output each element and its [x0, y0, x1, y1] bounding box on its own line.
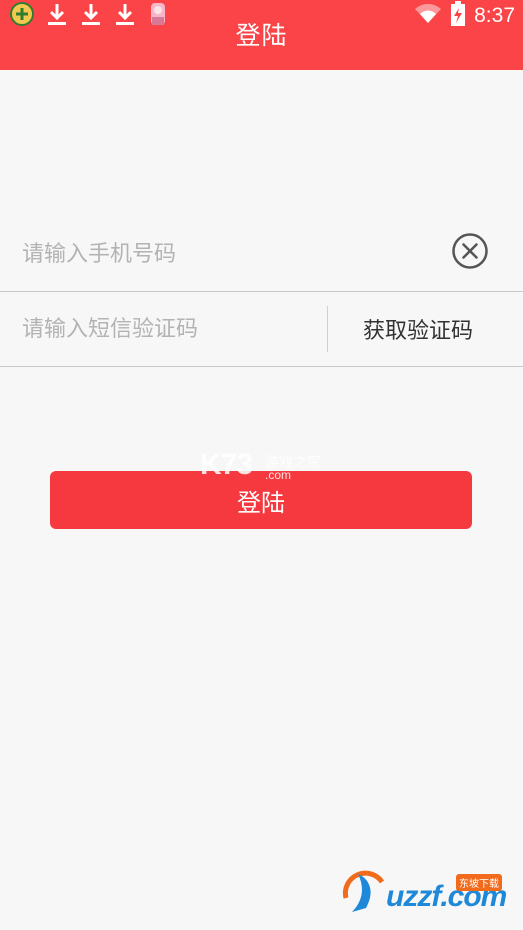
- phone-input[interactable]: [22, 218, 422, 291]
- sms-code-input[interactable]: [22, 292, 312, 366]
- uzzf-logo-icon: [342, 870, 385, 912]
- app-header: 8:37 登陆: [0, 0, 523, 70]
- k73-watermark-com: .com: [265, 468, 292, 482]
- k73-watermark: K73: [200, 448, 253, 481]
- phone-row: [0, 218, 523, 292]
- uzzf-watermark-badge: 东坡下载: [456, 874, 502, 891]
- page-title: 登陆: [235, 21, 288, 50]
- uzzf-watermark: uzzf.com 东坡下载: [338, 868, 518, 918]
- login-screen: 8:37 登陆 获取验证码 登陆 K73 游戏之家 .com uzzf.com …: [0, 0, 523, 930]
- get-code-button[interactable]: 获取验证码: [328, 292, 508, 366]
- clear-icon[interactable]: [451, 232, 489, 270]
- code-row: 获取验证码: [0, 292, 523, 367]
- login-button[interactable]: 登陆: [50, 471, 472, 529]
